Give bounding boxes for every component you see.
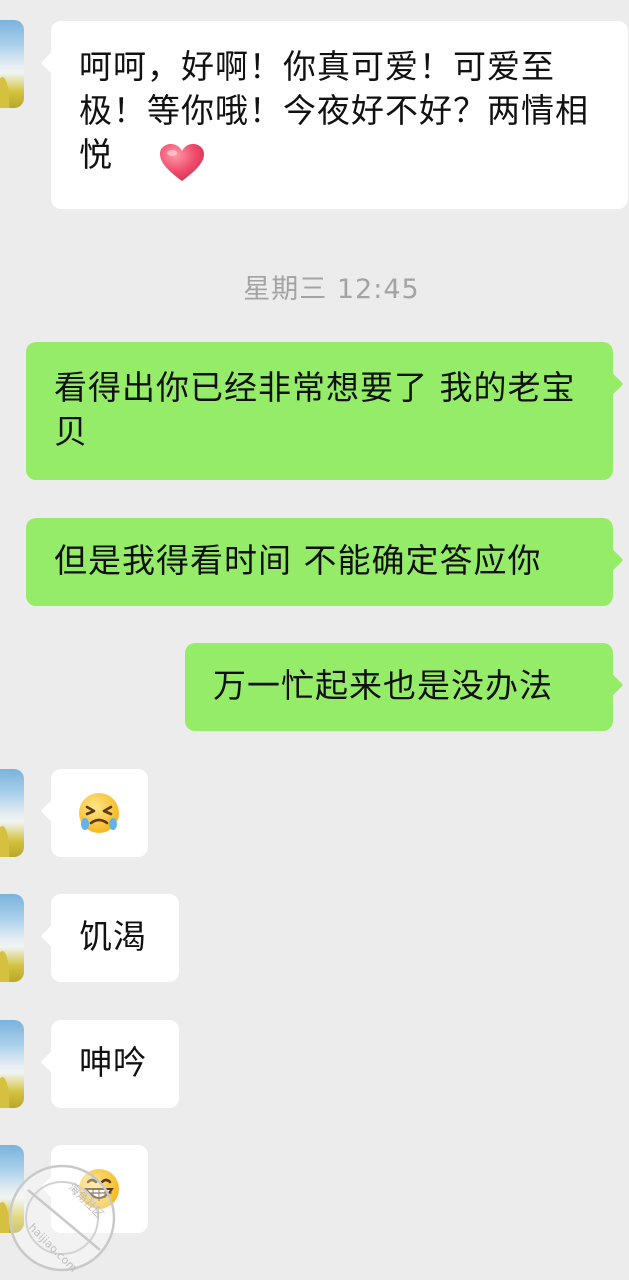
message-text: 但是我得看时间 不能确定答应你 (54, 541, 542, 580)
message-text: 呻吟 (79, 1043, 147, 1082)
heart-emoji-icon (160, 144, 204, 181)
bubble-tail (40, 51, 64, 75)
message-text: 看得出你已经非常想要了 我的老宝贝 (54, 368, 576, 451)
timestamp-separator: 星期三 12:45 (243, 274, 420, 305)
bubble-tail (600, 548, 624, 572)
incoming-message-bubble[interactable]: 饥渴 (40, 894, 179, 982)
incoming-emoji-bubble[interactable] (40, 769, 148, 857)
incoming-message-bubble[interactable]: 呻吟 (40, 1020, 179, 1108)
outgoing-message-bubble[interactable]: 但是我得看时间 不能确定答应你 (26, 518, 624, 606)
bubble-tail (40, 924, 64, 948)
bubble-tail (40, 1050, 64, 1074)
outgoing-message-bubble[interactable]: 万一忙起来也是没办法 (185, 643, 624, 731)
bubble-tail (40, 799, 64, 823)
incoming-message-bubble[interactable]: 呵呵，好啊！你真可爱！可爱至极！等你哦！今夜好不好？两情相悦 (40, 21, 628, 209)
contact-avatar[interactable] (0, 894, 24, 982)
bubble-tail (600, 372, 624, 396)
crying-face-emoji-icon (79, 793, 119, 833)
contact-avatar[interactable] (0, 1020, 24, 1108)
contact-avatar[interactable] (0, 1145, 24, 1233)
contact-avatar[interactable] (0, 769, 24, 857)
message-text: 饥渴 (79, 917, 147, 956)
outgoing-message-bubble[interactable]: 看得出你已经非常想要了 我的老宝贝 (26, 342, 624, 480)
grinning-face-emoji-icon (79, 1169, 119, 1209)
incoming-emoji-bubble[interactable] (40, 1145, 148, 1233)
bubble-tail (40, 1175, 64, 1199)
message-text: 万一忙起来也是没办法 (213, 666, 553, 705)
bubble-tail (600, 673, 624, 697)
contact-avatar[interactable] (0, 20, 24, 108)
chat-screen: 呵呵，好啊！你真可爱！可爱至极！等你哦！今夜好不好？两情相悦 星期三 12:45… (0, 0, 629, 1280)
